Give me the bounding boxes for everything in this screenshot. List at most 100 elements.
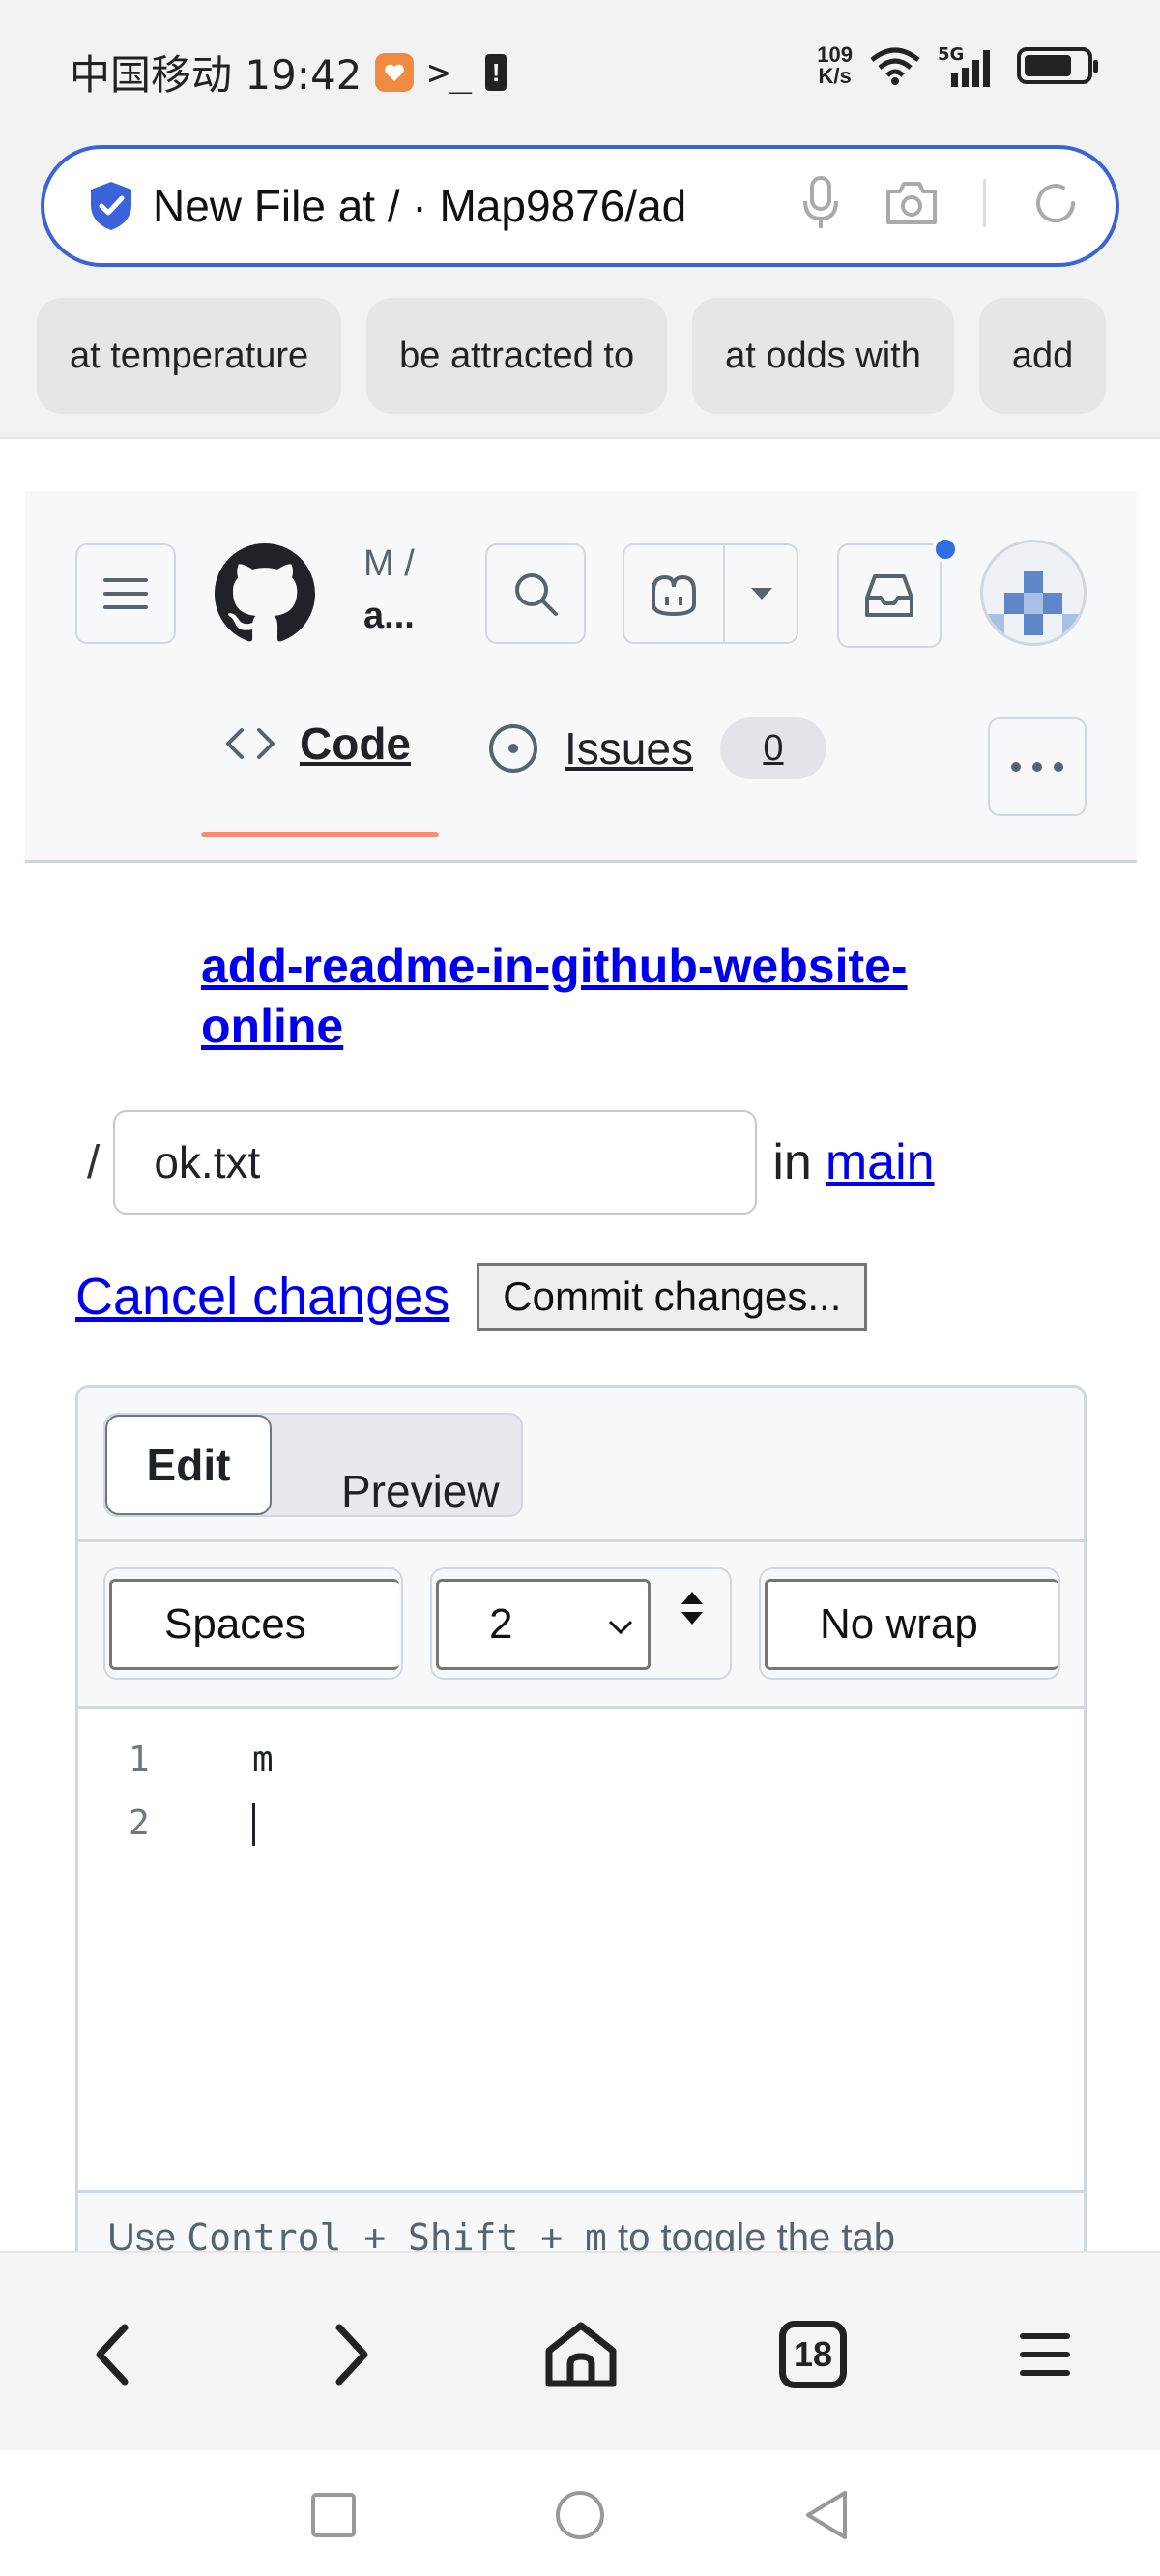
stepper-arrows-icon[interactable] <box>680 1589 705 1627</box>
issues-count-badge: 0 <box>719 717 826 779</box>
wrap-mode-select[interactable]: No wrap <box>765 1579 1058 1670</box>
address-bar-actions <box>801 174 1083 232</box>
search-button[interactable] <box>485 543 586 644</box>
terminal-icon: >_ <box>427 50 473 94</box>
indent-size-value: 2 <box>489 1600 513 1648</box>
code-line[interactable]: m <box>252 1728 274 1792</box>
status-bar: 中国移动 19:42 >_ 109 K/s 5G <box>0 0 1160 135</box>
forward-button[interactable] <box>307 2311 394 2398</box>
cellular-signal-icon: 5G <box>938 44 990 87</box>
tabs-button[interactable]: 18 <box>769 2311 856 2398</box>
editor-toolbar: Spaces 2 No wrap <box>78 1542 1084 1709</box>
indent-mode-select-wrapper: Spaces <box>103 1567 403 1680</box>
kebab-horizontal-icon <box>1011 762 1063 772</box>
tab-issues-label: Issues <box>565 723 693 774</box>
copilot-dropdown-button[interactable] <box>725 545 798 642</box>
wifi-icon <box>870 47 920 85</box>
line-number: 2 <box>129 1803 150 1843</box>
net-speed: 109 K/s <box>817 43 853 88</box>
file-editor: Preview Edit Spaces 2 No wrap 1 2 m Use … <box>75 1385 1087 2352</box>
hamburger-menu-button[interactable] <box>75 543 176 644</box>
chevron-right-icon <box>335 2324 368 2386</box>
battery-icon <box>1017 47 1098 84</box>
back-triangle-icon[interactable] <box>802 2489 851 2541</box>
suggestion-chips: at temperature be attracted to at odds w… <box>37 298 1107 414</box>
github-logo-icon[interactable] <box>215 543 315 644</box>
app-shield-icon <box>375 52 415 92</box>
inbox-button[interactable] <box>837 543 942 648</box>
in-label: in <box>772 1134 812 1190</box>
avatar[interactable] <box>980 540 1087 646</box>
browser-bottom-nav: 18 <box>0 2251 1160 2450</box>
editor-tabs: Preview Edit <box>78 1388 1084 1542</box>
more-tabs-button[interactable] <box>988 717 1087 816</box>
target-branch-link[interactable]: main <box>826 1133 935 1191</box>
suggestion-chip[interactable]: be attracted to <box>366 298 668 414</box>
chevron-left-icon <box>96 2324 129 2386</box>
code-area[interactable]: m <box>252 1728 274 1856</box>
repo-owner[interactable]: M / <box>363 538 415 590</box>
branch-link[interactable]: add-readme-in-github-website-online <box>201 936 1032 1056</box>
tab-code-label: Code <box>300 718 411 769</box>
path-separator: / <box>87 1136 101 1188</box>
chevron-down-icon <box>608 1620 633 1635</box>
back-button[interactable] <box>70 2311 157 2398</box>
line-numbers: 1 2 <box>129 1728 150 1856</box>
caret-down-icon <box>751 588 772 600</box>
copilot-button[interactable] <box>624 545 725 642</box>
browser-chrome: New File at / · Map9876/ad at temperatur… <box>0 135 1160 439</box>
carrier-time: 中国移动 19:42 <box>70 51 362 99</box>
identicon-icon <box>985 571 1082 635</box>
commit-changes-button[interactable]: Commit changes... <box>477 1263 868 1331</box>
copilot-button-group <box>623 543 798 644</box>
home-circle-icon[interactable] <box>554 2489 606 2541</box>
github-header: M / a... Code Issues 0 <box>25 491 1137 863</box>
address-bar-divider <box>983 179 986 227</box>
repo-breadcrumb: M / a... <box>363 538 415 642</box>
network-type: 5G <box>938 44 964 65</box>
tab-code[interactable]: Code <box>224 717 411 770</box>
inbox-icon <box>865 574 914 617</box>
tab-edit[interactable]: Edit <box>105 1415 272 1515</box>
url-text[interactable]: New File at / · Map9876/ad <box>153 180 733 232</box>
notification-indicator <box>932 536 959 563</box>
wrap-mode-select-wrapper: No wrap <box>759 1567 1060 1680</box>
indent-size-select-wrapper: 2 <box>430 1567 732 1680</box>
suggestion-chip[interactable]: at odds with <box>692 298 954 414</box>
tab-issues[interactable]: Issues 0 <box>487 717 826 779</box>
security-shield-icon <box>91 182 131 230</box>
suggestion-chip[interactable]: at temperature <box>37 298 342 414</box>
indent-size-select[interactable]: 2 <box>436 1579 651 1670</box>
home-button[interactable] <box>537 2311 624 2398</box>
copilot-icon <box>652 574 696 617</box>
recents-icon[interactable] <box>309 2491 358 2539</box>
cancel-changes-link[interactable]: Cancel changes <box>75 1267 450 1327</box>
tab-count: 18 <box>779 2321 847 2388</box>
system-nav-bar <box>0 2450 1160 2576</box>
menu-icon <box>103 578 148 609</box>
active-tab-underline <box>201 832 439 837</box>
menu-icon <box>1020 2333 1070 2376</box>
indent-mode-select[interactable]: Spaces <box>109 1579 399 1670</box>
code-icon <box>226 728 275 759</box>
issue-opened-icon <box>489 724 537 773</box>
address-bar[interactable]: New File at / · Map9876/ad <box>41 145 1119 267</box>
code-line[interactable] <box>252 1792 274 1856</box>
status-left: 中国移动 19:42 >_ <box>70 43 508 102</box>
search-icon <box>515 573 558 616</box>
commit-actions: Cancel changes Commit changes... <box>75 1263 868 1331</box>
line-number: 1 <box>129 1740 150 1779</box>
reload-icon[interactable] <box>1029 176 1083 230</box>
status-right: 109 K/s 5G <box>817 43 1098 88</box>
camera-icon[interactable] <box>883 178 941 228</box>
suggestion-chip[interactable]: add <box>978 298 1107 414</box>
tab-preview[interactable]: Preview <box>341 1465 500 1517</box>
file-path-row: / ok.txt in main <box>87 1110 935 1215</box>
filename-input[interactable]: ok.txt <box>113 1110 758 1215</box>
battery-alert-icon <box>485 53 508 91</box>
menu-button[interactable] <box>1001 2311 1088 2398</box>
text-cursor <box>252 1803 255 1846</box>
repo-name[interactable]: a... <box>363 590 415 642</box>
home-icon <box>545 2322 617 2387</box>
microphone-icon[interactable] <box>801 174 840 232</box>
